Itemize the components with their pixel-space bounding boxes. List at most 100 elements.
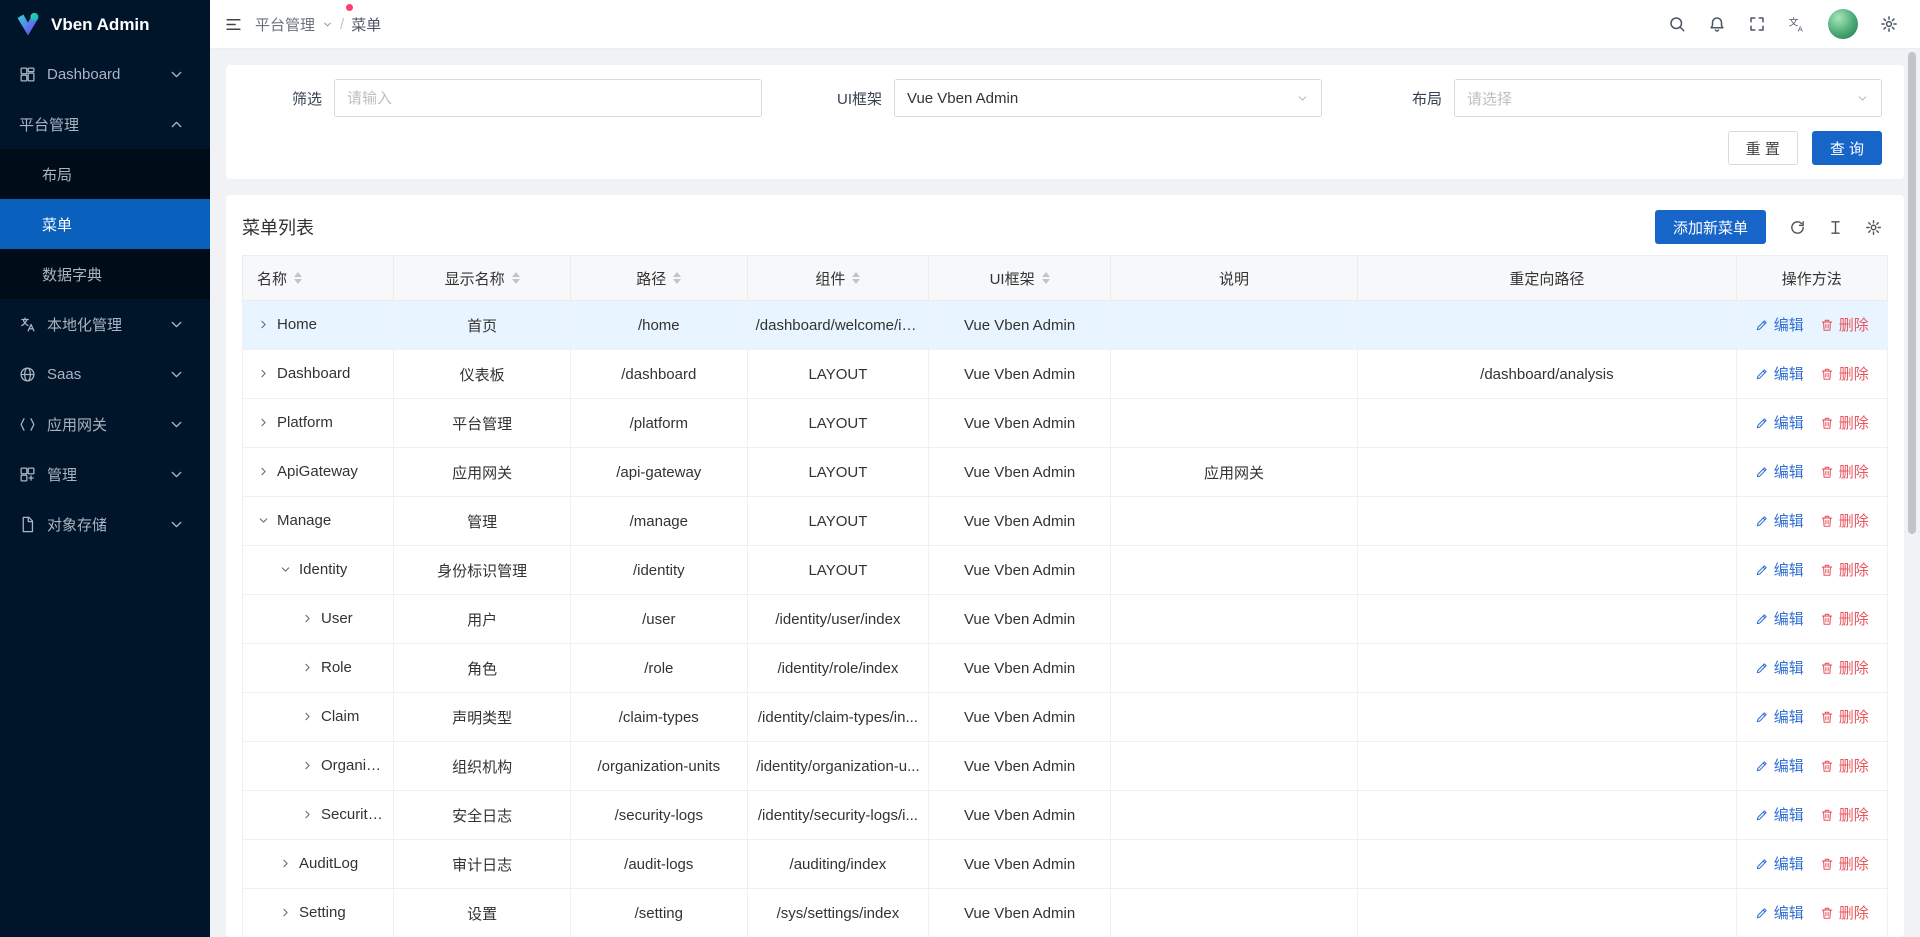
delete-button[interactable]: 删除: [1820, 608, 1869, 629]
refresh-icon[interactable]: [1782, 212, 1812, 242]
expand-toggle-icon[interactable]: [257, 514, 270, 527]
breadcrumb-separator: /: [340, 16, 344, 33]
expand-toggle-icon[interactable]: [279, 906, 292, 919]
delete-icon: [1820, 857, 1834, 871]
menu-name: Manage: [277, 512, 331, 529]
edit-button[interactable]: 编辑: [1755, 363, 1804, 384]
delete-button[interactable]: 删除: [1820, 412, 1869, 433]
search-icon[interactable]: [1660, 7, 1694, 41]
edit-button[interactable]: 编辑: [1755, 608, 1804, 629]
app-logo[interactable]: Vben Admin: [0, 0, 210, 49]
delete-button[interactable]: 删除: [1820, 853, 1869, 874]
column-header-framework[interactable]: UI框架: [929, 256, 1111, 301]
expand-toggle-icon[interactable]: [301, 612, 314, 625]
localization-icon: [19, 316, 36, 333]
edit-button[interactable]: 编辑: [1755, 461, 1804, 482]
cell-path: /audit-logs: [570, 840, 747, 889]
sidebar-item-dictionary[interactable]: 数据字典: [0, 249, 210, 299]
edit-button[interactable]: 编辑: [1755, 559, 1804, 580]
edit-button[interactable]: 编辑: [1755, 510, 1804, 531]
breadcrumb-root[interactable]: 平台管理: [255, 14, 315, 35]
delete-button[interactable]: 删除: [1820, 461, 1869, 482]
edit-button[interactable]: 编辑: [1755, 902, 1804, 923]
expand-toggle-icon[interactable]: [257, 465, 270, 478]
expand-toggle-icon[interactable]: [279, 563, 292, 576]
expand-toggle-icon[interactable]: [301, 661, 314, 674]
sidebar-item-layout[interactable]: 布局: [0, 149, 210, 199]
delete-label: 删除: [1839, 853, 1869, 874]
cell-redirect: [1358, 840, 1736, 889]
expand-toggle-icon[interactable]: [257, 318, 270, 331]
add-menu-button[interactable]: 添加新菜单: [1655, 210, 1766, 244]
sidebar-item-localization[interactable]: 本地化管理: [0, 299, 210, 349]
sort-icon[interactable]: [1042, 272, 1050, 284]
avatar[interactable]: [1828, 9, 1858, 39]
expand-toggle-icon[interactable]: [301, 710, 314, 723]
column-header-name[interactable]: 名称: [243, 256, 394, 301]
sidebar-item-label: 对象存储: [47, 514, 168, 535]
column-settings-icon[interactable]: [1858, 212, 1888, 242]
sort-icon[interactable]: [512, 272, 520, 284]
sidebar-item-saas[interactable]: Saas: [0, 349, 210, 399]
sidebar-item-storage[interactable]: 对象存储: [0, 499, 210, 549]
reset-button[interactable]: 重 置: [1728, 131, 1798, 165]
sort-icon[interactable]: [294, 272, 302, 284]
settings-gear-icon[interactable]: [1872, 7, 1906, 41]
sidebar-item-dashboard[interactable]: Dashboard: [0, 49, 210, 99]
fullscreen-icon[interactable]: [1740, 7, 1774, 41]
edit-button[interactable]: 编辑: [1755, 314, 1804, 335]
layout-select[interactable]: 请选择: [1454, 79, 1882, 117]
edit-button[interactable]: 编辑: [1755, 657, 1804, 678]
menu-name: Platform: [277, 414, 333, 431]
scrollbar[interactable]: [1908, 52, 1916, 534]
edit-button[interactable]: 编辑: [1755, 804, 1804, 825]
expand-toggle-icon[interactable]: [257, 367, 270, 380]
delete-button[interactable]: 删除: [1820, 902, 1869, 923]
expand-toggle-icon[interactable]: [279, 857, 292, 870]
delete-button[interactable]: 删除: [1820, 314, 1869, 335]
column-header-component[interactable]: 组件: [747, 256, 929, 301]
edit-button[interactable]: 编辑: [1755, 412, 1804, 433]
delete-button[interactable]: 删除: [1820, 657, 1869, 678]
sidebar-item-menu[interactable]: 菜单: [0, 199, 210, 249]
expand-toggle-icon[interactable]: [301, 808, 314, 821]
filter-input[interactable]: [334, 79, 762, 117]
table-row: Claim声明类型/claim-types/identity/claim-typ…: [243, 693, 1888, 742]
sidebar-item-platform[interactable]: 平台管理: [0, 99, 210, 149]
expand-toggle-icon[interactable]: [257, 416, 270, 429]
row-height-icon[interactable]: [1820, 212, 1850, 242]
cell-path: /user: [570, 595, 747, 644]
delete-button[interactable]: 删除: [1820, 804, 1869, 825]
cell-redirect: [1358, 497, 1736, 546]
delete-button[interactable]: 删除: [1820, 755, 1869, 776]
menu-name: Organiz...: [321, 757, 385, 774]
query-button[interactable]: 查 询: [1812, 131, 1882, 165]
edit-button[interactable]: 编辑: [1755, 706, 1804, 727]
sidebar-item-manage[interactable]: 管理: [0, 449, 210, 499]
sort-icon[interactable]: [852, 272, 860, 284]
sort-icon[interactable]: [673, 272, 681, 284]
expand-toggle-icon[interactable]: [301, 759, 314, 772]
edit-button[interactable]: 编辑: [1755, 853, 1804, 874]
notification-bell-icon[interactable]: [1700, 7, 1734, 41]
cell-description: [1110, 889, 1357, 937]
column-header-path[interactable]: 路径: [570, 256, 747, 301]
column-header-display_name[interactable]: 显示名称: [394, 256, 571, 301]
delete-icon: [1820, 906, 1834, 920]
notification-dot: [346, 4, 353, 11]
language-icon[interactable]: 文A: [1780, 7, 1814, 41]
edit-label: 编辑: [1774, 608, 1804, 629]
breadcrumb-caret-icon: [322, 19, 333, 30]
delete-button[interactable]: 删除: [1820, 559, 1869, 580]
breadcrumb-current[interactable]: 菜单: [351, 14, 381, 35]
chevron-down-icon: [1296, 92, 1309, 105]
edit-button[interactable]: 编辑: [1755, 755, 1804, 776]
menu-fold-icon[interactable]: [224, 15, 243, 34]
framework-select[interactable]: Vue Vben Admin: [894, 79, 1322, 117]
cell-description: [1110, 301, 1357, 350]
sidebar-item-gateway[interactable]: 应用网关: [0, 399, 210, 449]
delete-button[interactable]: 删除: [1820, 510, 1869, 531]
delete-button[interactable]: 删除: [1820, 363, 1869, 384]
column-label: 路径: [636, 268, 666, 289]
delete-button[interactable]: 删除: [1820, 706, 1869, 727]
